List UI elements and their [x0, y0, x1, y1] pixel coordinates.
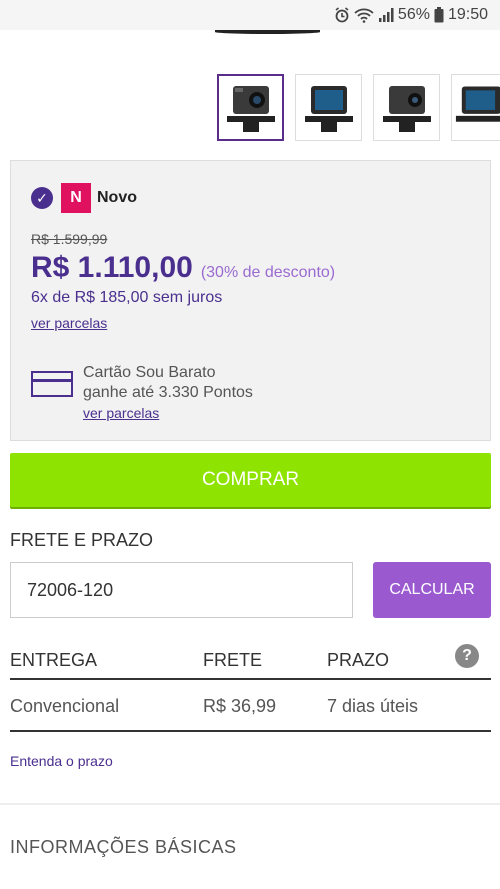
thumbnail-gallery	[217, 74, 500, 141]
card-name: Cartão Sou Barato	[83, 364, 216, 381]
card-ver-parcelas-link[interactable]: ver parcelas	[83, 403, 159, 423]
thumbnail-3[interactable]	[373, 74, 440, 141]
wifi-icon	[354, 7, 374, 23]
battery-icon	[434, 7, 444, 23]
header-entrega: ENTREGA	[10, 650, 98, 670]
cep-input[interactable]	[10, 562, 353, 618]
signal-icon	[378, 7, 394, 23]
card-points: ganhe até 3.330 Pontos	[83, 384, 253, 401]
thumbnail-1[interactable]	[217, 74, 284, 141]
alarm-icon	[334, 7, 350, 23]
header-prazo: PRAZO	[327, 650, 390, 670]
product-hero-image	[215, 30, 320, 34]
section-divider	[0, 803, 500, 805]
row-frete: R$ 36,99	[203, 696, 277, 716]
condition-label: Novo	[97, 189, 137, 206]
condition-row: ✓ N Novo	[31, 183, 137, 213]
battery-percent: 56%	[397, 6, 430, 23]
shipping-table-header: ENTREGA FRETE PRAZO ?	[10, 640, 491, 680]
help-icon[interactable]: ?	[455, 644, 479, 668]
camera-image	[455, 85, 500, 122]
clock: 19:50	[447, 6, 488, 23]
check-icon: ✓	[31, 187, 53, 209]
calculate-button[interactable]: CALCULAR	[373, 562, 491, 618]
price-card: ✓ N Novo R$ 1.599,99 R$ 1.110,00 (30% de…	[10, 160, 491, 441]
discount-label: (30% de desconto)	[200, 264, 336, 281]
shipping-table: ENTREGA FRETE PRAZO ? Convencional R$ 36…	[10, 640, 491, 732]
header-frete: FRETE	[203, 650, 263, 670]
row-prazo: 7 dias úteis	[327, 696, 419, 716]
shipping-title: FRETE E PRAZO	[10, 530, 154, 550]
ver-parcelas-link[interactable]: ver parcelas	[31, 315, 107, 331]
status-bar: 56% 19:50	[0, 0, 500, 30]
thumbnail-4[interactable]	[451, 74, 500, 141]
info-section-title: INFORMAÇÕES BÁSICAS	[10, 837, 237, 857]
credit-card-icon	[31, 371, 73, 397]
entenda-prazo-link[interactable]: Entenda o prazo	[10, 753, 113, 769]
installments-text: 6x de R$ 185,00 sem juros	[31, 289, 223, 306]
camera-image	[226, 85, 275, 132]
condition-badge: N	[61, 183, 91, 213]
price-line: R$ 1.110,00 (30% de desconto)	[31, 251, 335, 285]
current-price: R$ 1.110,00	[31, 251, 193, 284]
old-price: R$ 1.599,99	[31, 231, 108, 247]
camera-image	[304, 85, 353, 132]
card-promo: Cartão Sou Barato ganhe até 3.330 Pontos…	[83, 363, 253, 424]
table-row: Convencional R$ 36,99 7 dias úteis	[10, 680, 491, 732]
buy-button[interactable]: COMPRAR	[10, 453, 491, 507]
thumbnail-2[interactable]	[295, 74, 362, 141]
camera-image	[382, 85, 431, 132]
row-entrega: Convencional	[10, 696, 120, 716]
